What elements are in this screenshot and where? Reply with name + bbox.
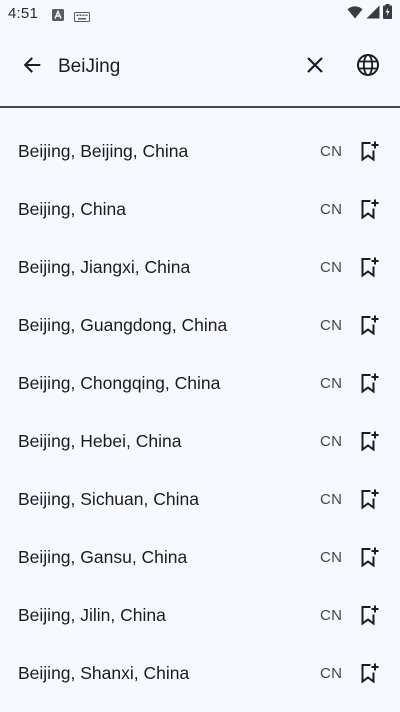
result-name: Beijing, Jiangxi, China: [18, 256, 191, 277]
result-item[interactable]: Beijing, Beijing, China CN: [0, 122, 400, 180]
result-item[interactable]: Beijing, China CN: [0, 180, 400, 238]
result-country-code: CN: [320, 200, 343, 218]
keyboard-icon: [74, 9, 90, 27]
bookmark-add-icon: [361, 141, 379, 162]
add-bookmark-button[interactable]: [356, 196, 382, 222]
add-bookmark-button[interactable]: [356, 486, 382, 512]
result-name: Beijing, Sichuan, China: [18, 488, 199, 509]
result-country-code: CN: [320, 548, 343, 566]
notification-a-icon: [52, 8, 64, 26]
add-bookmark-button[interactable]: [356, 428, 382, 454]
result-country-code: CN: [320, 606, 343, 624]
result-item[interactable]: Beijing, Sichuan, China CN: [0, 470, 400, 528]
add-bookmark-button[interactable]: [356, 544, 382, 570]
result-country-code: CN: [320, 258, 343, 276]
search-input[interactable]: [58, 52, 288, 82]
add-bookmark-button[interactable]: [356, 312, 382, 338]
toolbar-divider: [0, 106, 400, 108]
result-name: Beijing, China: [18, 198, 126, 219]
result-name: Beijing, Jilin, China: [18, 604, 166, 625]
bookmark-add-icon: [361, 663, 379, 684]
result-country-code: CN: [320, 490, 343, 508]
result-name: Beijing, Gansu, China: [18, 546, 188, 567]
result-country-code: CN: [320, 374, 343, 392]
arrow-back-icon: [21, 54, 43, 81]
result-name: Beijing, Chongqing, China: [18, 372, 221, 393]
add-bookmark-button[interactable]: [356, 660, 382, 686]
result-item[interactable]: Beijing, Shanxi, China CN: [0, 644, 400, 702]
result-item[interactable]: Beijing, Gansu, China CN: [0, 528, 400, 586]
result-name: Beijing, Shanxi, China: [18, 662, 190, 683]
globe-icon: [356, 53, 380, 82]
search-results-list: Beijing, Beijing, China CN Beijing, Chin…: [0, 122, 400, 702]
result-name: Beijing, Beijing, China: [18, 140, 189, 161]
add-bookmark-button[interactable]: [356, 254, 382, 280]
bookmark-add-icon: [361, 199, 379, 220]
result-country-code: CN: [320, 316, 343, 334]
result-item[interactable]: Beijing, Chongqing, China CN: [0, 354, 400, 412]
signal-icon: [366, 5, 380, 24]
result-name: Beijing, Guangdong, China: [18, 314, 228, 335]
add-bookmark-button[interactable]: [356, 370, 382, 396]
clear-search-button[interactable]: [295, 47, 335, 87]
status-bar: 4:51: [0, 0, 400, 28]
result-item[interactable]: Beijing, Guangdong, China CN: [0, 296, 400, 354]
language-button[interactable]: [348, 47, 388, 87]
bookmark-add-icon: [361, 431, 379, 452]
status-time: 4:51: [8, 5, 38, 22]
bookmark-add-icon: [361, 489, 379, 510]
back-button[interactable]: [12, 47, 52, 87]
result-country-code: CN: [320, 432, 343, 450]
bookmark-add-icon: [361, 547, 379, 568]
add-bookmark-button[interactable]: [356, 602, 382, 628]
bookmark-add-icon: [361, 605, 379, 626]
search-toolbar: [0, 28, 400, 106]
battery-icon: [383, 4, 392, 24]
bookmark-add-icon: [361, 257, 379, 278]
close-icon: [305, 55, 325, 80]
bookmark-add-icon: [361, 373, 379, 394]
add-bookmark-button[interactable]: [356, 138, 382, 164]
result-item[interactable]: Beijing, Jiangxi, China CN: [0, 238, 400, 296]
result-country-code: CN: [320, 142, 343, 160]
bookmark-add-icon: [361, 315, 379, 336]
result-item[interactable]: Beijing, Jilin, China CN: [0, 586, 400, 644]
result-name: Beijing, Hebei, China: [18, 430, 182, 451]
result-country-code: CN: [320, 664, 343, 682]
result-item[interactable]: Beijing, Hebei, China CN: [0, 412, 400, 470]
wifi-icon: [347, 5, 363, 24]
